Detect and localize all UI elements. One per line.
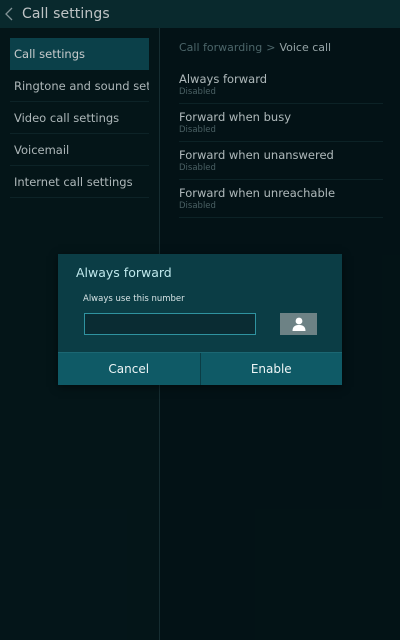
always-forward-dialog: Always forward Always use this number Ca… xyxy=(58,254,342,385)
screen: Call settings Call settings Ringtone and… xyxy=(0,0,400,640)
contact-picker-button[interactable] xyxy=(280,313,317,335)
contact-person-icon xyxy=(292,317,305,331)
dialog-button-bar: Cancel Enable xyxy=(58,353,342,385)
enable-button[interactable]: Enable xyxy=(200,353,342,385)
forward-number-input[interactable] xyxy=(84,313,256,335)
number-field-label: Always use this number xyxy=(83,294,185,304)
dialog-title: Always forward xyxy=(76,265,172,280)
cancel-button[interactable]: Cancel xyxy=(58,353,200,385)
